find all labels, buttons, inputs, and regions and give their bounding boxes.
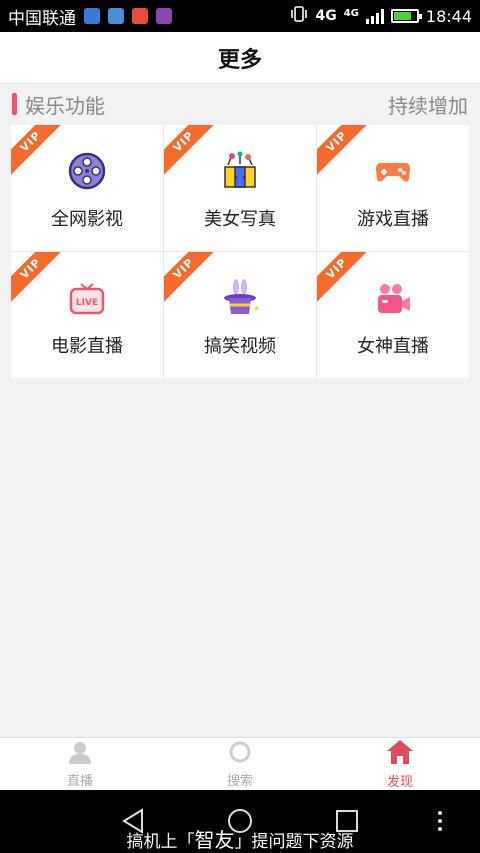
grid-item-label: 搞笑视频	[204, 336, 276, 357]
feature-grid: VIP 全网影视 VIP 美女写真 VIP 游戏直播 VIP LIVE 电影直播…	[11, 125, 469, 378]
live-tv-icon: LIVE	[67, 278, 107, 318]
top-header: 更多	[0, 32, 480, 84]
carrier-name: 中国联通	[8, 8, 76, 29]
page-title: 更多	[217, 47, 262, 73]
status-bar: 中国联通 4G 4G 18:44	[0, 0, 480, 32]
vip-badge: VIP	[317, 125, 372, 177]
nav-label: 直播	[66, 773, 93, 789]
grid-item-funny-videos[interactable]: VIP ★ 搞笑视频	[164, 252, 316, 378]
grid-item-movies[interactable]: VIP 全网影视	[11, 125, 163, 251]
bottom-navigation: 直播 搜索 发现	[0, 737, 480, 790]
grid-item-goddess-live[interactable]: VIP 女神直播	[317, 252, 469, 378]
nav-item-live[interactable]: 直播	[0, 738, 160, 790]
svg-text:LIVE: LIVE	[76, 298, 98, 308]
vibrate-icon	[290, 6, 308, 26]
grid-item-label: 游戏直播	[357, 209, 429, 230]
battery-icon	[390, 9, 422, 23]
signal-icon	[365, 8, 384, 24]
vip-badge: VIP	[164, 252, 219, 304]
vip-badge: VIP	[317, 252, 372, 304]
vip-badge: VIP	[11, 125, 66, 177]
magic-hat-icon: ★	[220, 278, 260, 318]
home-icon	[386, 739, 414, 769]
network-type-small: 4G	[343, 8, 359, 19]
notification-app-icon	[84, 8, 100, 24]
section-more-text: 持续增加	[388, 93, 468, 118]
gift-box-icon	[220, 151, 260, 191]
clock: 18:44	[425, 6, 472, 26]
vip-badge: VIP	[164, 125, 219, 177]
film-reel-icon	[67, 151, 107, 191]
nav-label: 搜索	[226, 773, 253, 789]
nav-item-search[interactable]: 搜索	[160, 738, 320, 790]
circle-icon	[228, 740, 252, 768]
notification-app-icon	[132, 8, 148, 24]
grid-item-label: 女神直播	[357, 336, 429, 357]
section-header: 娱乐功能 持续增加	[0, 84, 480, 124]
vip-badge: VIP	[11, 252, 66, 304]
notification-app-icon	[156, 8, 172, 24]
person-icon	[68, 740, 92, 768]
section-accent-bar	[12, 93, 17, 115]
grid-item-label: 美女写真	[204, 209, 276, 230]
grid-item-game-live[interactable]: VIP 游戏直播	[317, 125, 469, 251]
grid-item-photos[interactable]: VIP 美女写真	[164, 125, 316, 251]
network-type: 4G	[315, 8, 337, 24]
watermark-text: 搞机上「智友」提问题下资源	[126, 828, 354, 852]
grid-item-label: 全网影视	[51, 209, 123, 230]
grid-item-label: 电影直播	[51, 336, 123, 357]
watermark-brand: 智友	[194, 828, 235, 852]
nav-item-discover[interactable]: 发现	[320, 738, 480, 790]
video-camera-icon	[373, 278, 413, 318]
gamepad-icon	[373, 151, 413, 191]
section-title: 娱乐功能	[25, 93, 105, 118]
svg-text:★: ★	[253, 304, 260, 313]
notification-app-icon	[108, 8, 124, 24]
nav-label: 发现	[386, 774, 413, 790]
grid-item-movie-live[interactable]: VIP LIVE 电影直播	[11, 252, 163, 378]
